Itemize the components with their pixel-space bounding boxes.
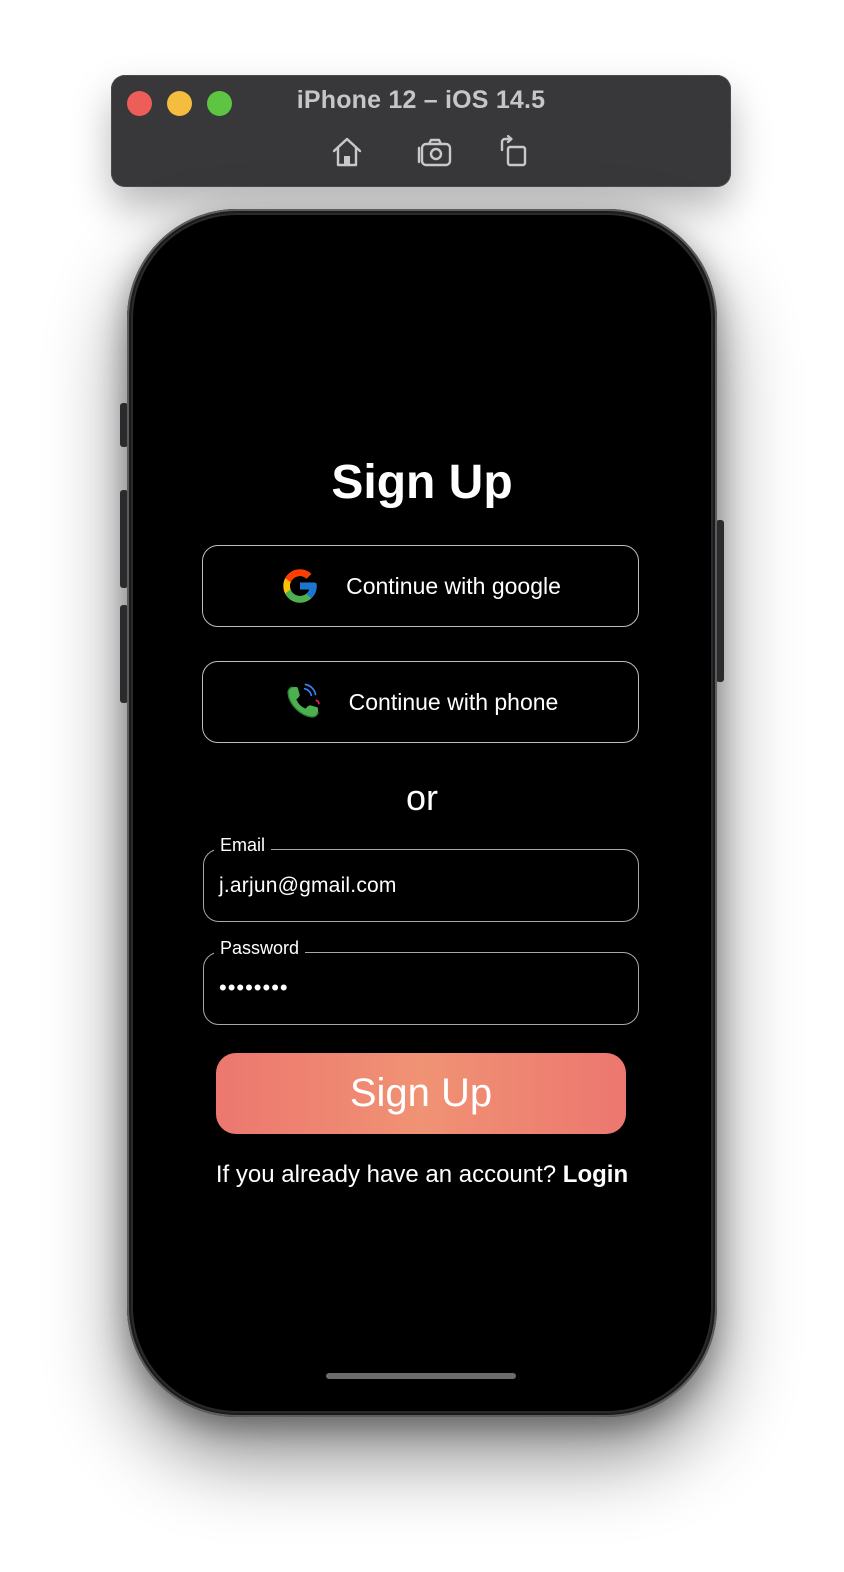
email-label: Email bbox=[214, 835, 272, 856]
google-button-label: Continue with google bbox=[346, 572, 561, 599]
power-button bbox=[716, 520, 724, 682]
login-link[interactable]: Login bbox=[563, 1161, 628, 1188]
continue-with-phone-button[interactable]: Continue with phone bbox=[202, 661, 639, 743]
password-label: Password bbox=[214, 938, 306, 959]
sign-up-button[interactable]: Sign Up bbox=[216, 1053, 626, 1134]
phone-button-label: Continue with phone bbox=[348, 688, 559, 715]
email-value[interactable]: j.arjun@gmail.com bbox=[219, 874, 397, 898]
password-value[interactable]: •••••••• bbox=[219, 975, 289, 1001]
phone-screen: Sign Up Continue with google Continue wi… bbox=[133, 215, 711, 1411]
or-divider: or bbox=[405, 777, 438, 818]
google-icon bbox=[280, 566, 320, 606]
phone-icon bbox=[283, 682, 323, 722]
password-field[interactable]: Password •••••••• bbox=[203, 938, 639, 1025]
sign-up-button-label: Sign Up bbox=[349, 1071, 493, 1115]
simulator-stage: iPhone 12 – iOS 14.5 Sign Up Continue wi… bbox=[0, 0, 844, 1572]
home-icon[interactable] bbox=[329, 134, 365, 170]
simulator-title: iPhone 12 – iOS 14.5 bbox=[296, 86, 546, 114]
rotate-icon[interactable] bbox=[496, 134, 532, 170]
screenshot-icon[interactable] bbox=[417, 134, 453, 170]
login-prompt: If you already have an account? bbox=[215, 1161, 563, 1188]
page-title: Sign Up bbox=[331, 456, 513, 509]
continue-with-google-button[interactable]: Continue with google bbox=[202, 545, 639, 627]
login-prompt-line: If you already have an account? Login bbox=[133, 1161, 711, 1189]
email-field[interactable]: Email j.arjun@gmail.com bbox=[203, 835, 639, 922]
home-indicator[interactable] bbox=[326, 1373, 516, 1379]
